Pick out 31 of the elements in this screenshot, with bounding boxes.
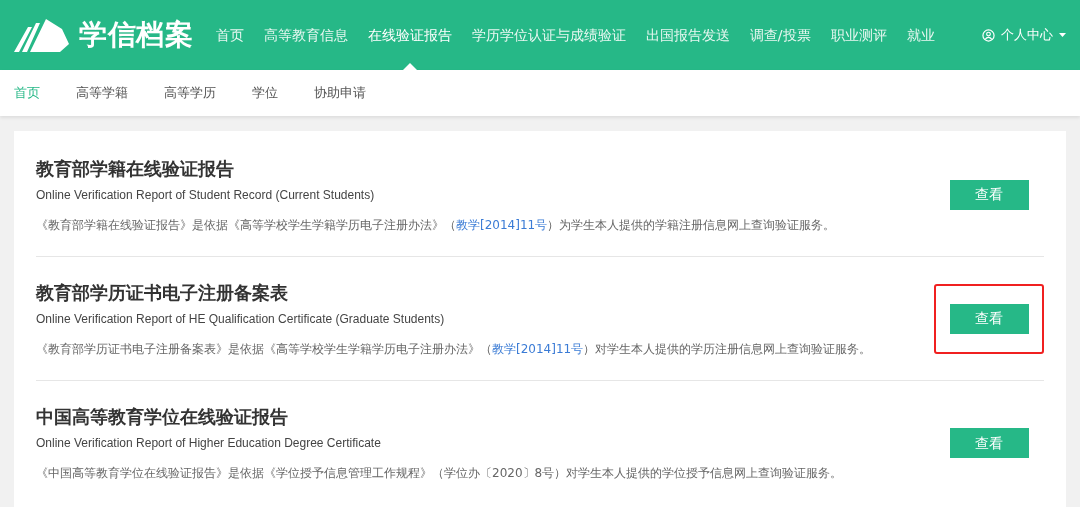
nav-link[interactable]: 调查/投票	[749, 0, 811, 70]
view-button[interactable]: 查看	[949, 179, 1029, 210]
caret-icon	[1059, 33, 1066, 37]
report-subtitle: Online Verification Report of HE Qualification Certificate (Graduate Students)	[36, 310, 446, 328]
nav-link[interactable]: 职业测评	[830, 0, 887, 70]
nav-link[interactable]: 首页	[215, 0, 244, 70]
nav-link[interactable]: 就业	[906, 0, 935, 70]
view-button[interactable]: 查看	[949, 428, 1029, 458]
regulation-link[interactable]: 教学[2014]11号	[456, 217, 548, 232]
subnav-link[interactable]: 学位	[252, 83, 278, 103]
logo-icon	[14, 18, 69, 52]
report-description: 《教育部学籍在线验证报告》是依据《高等学校学生学籍学历电子注册办法》（教学[2014]11号）为学生本人提供的学籍注册信息网上查询验证服务。	[36, 216, 837, 234]
nav-link[interactable]: 高等教育信息	[263, 0, 348, 70]
subnav-link[interactable]: 协助申请	[314, 83, 366, 103]
logo-text: 学信档案	[79, 17, 194, 53]
report-description: 《中国高等教育学位在线验证报告》是依据《学位授予信息管理工作规程》（学位办〔2020〕8号）对学生本人提供的学位授予信息网上查询验证服务。	[36, 465, 844, 482]
report-title: 教育部学历证书电子注册备案表	[36, 280, 289, 305]
user-menu[interactable]: 个人中心	[982, 25, 1066, 45]
report-description: 《教育部学历证书电子注册备案表》是依据《高等学校学生学籍学历电子注册办法》（教学[2014]11号）对学生本人提供的学历注册信息网上查询验证服务。	[36, 340, 873, 358]
subnav-link[interactable]: 首页	[14, 83, 40, 103]
subnav-link[interactable]: 高等学历	[164, 83, 216, 103]
report-subtitle: Online Verification Report of Student Record (Current Students)	[36, 186, 376, 204]
nav-link[interactable]: 学历学位认证与成绩验证	[471, 0, 626, 70]
subnav-link[interactable]: 高等学籍	[76, 83, 128, 103]
view-button[interactable]: 查看	[949, 303, 1029, 334]
regulation-link[interactable]: 教学[2014]11号	[492, 341, 584, 356]
report-title: 教育部学籍在线验证报告	[36, 156, 235, 181]
report-title: 中国高等教育学位在线验证报告	[36, 405, 289, 429]
user-icon	[982, 28, 995, 42]
nav-link[interactable]: 出国报告发送	[645, 0, 730, 70]
report-subtitle: Online Verification Report of Higher Education Degree Certificate	[36, 435, 382, 452]
